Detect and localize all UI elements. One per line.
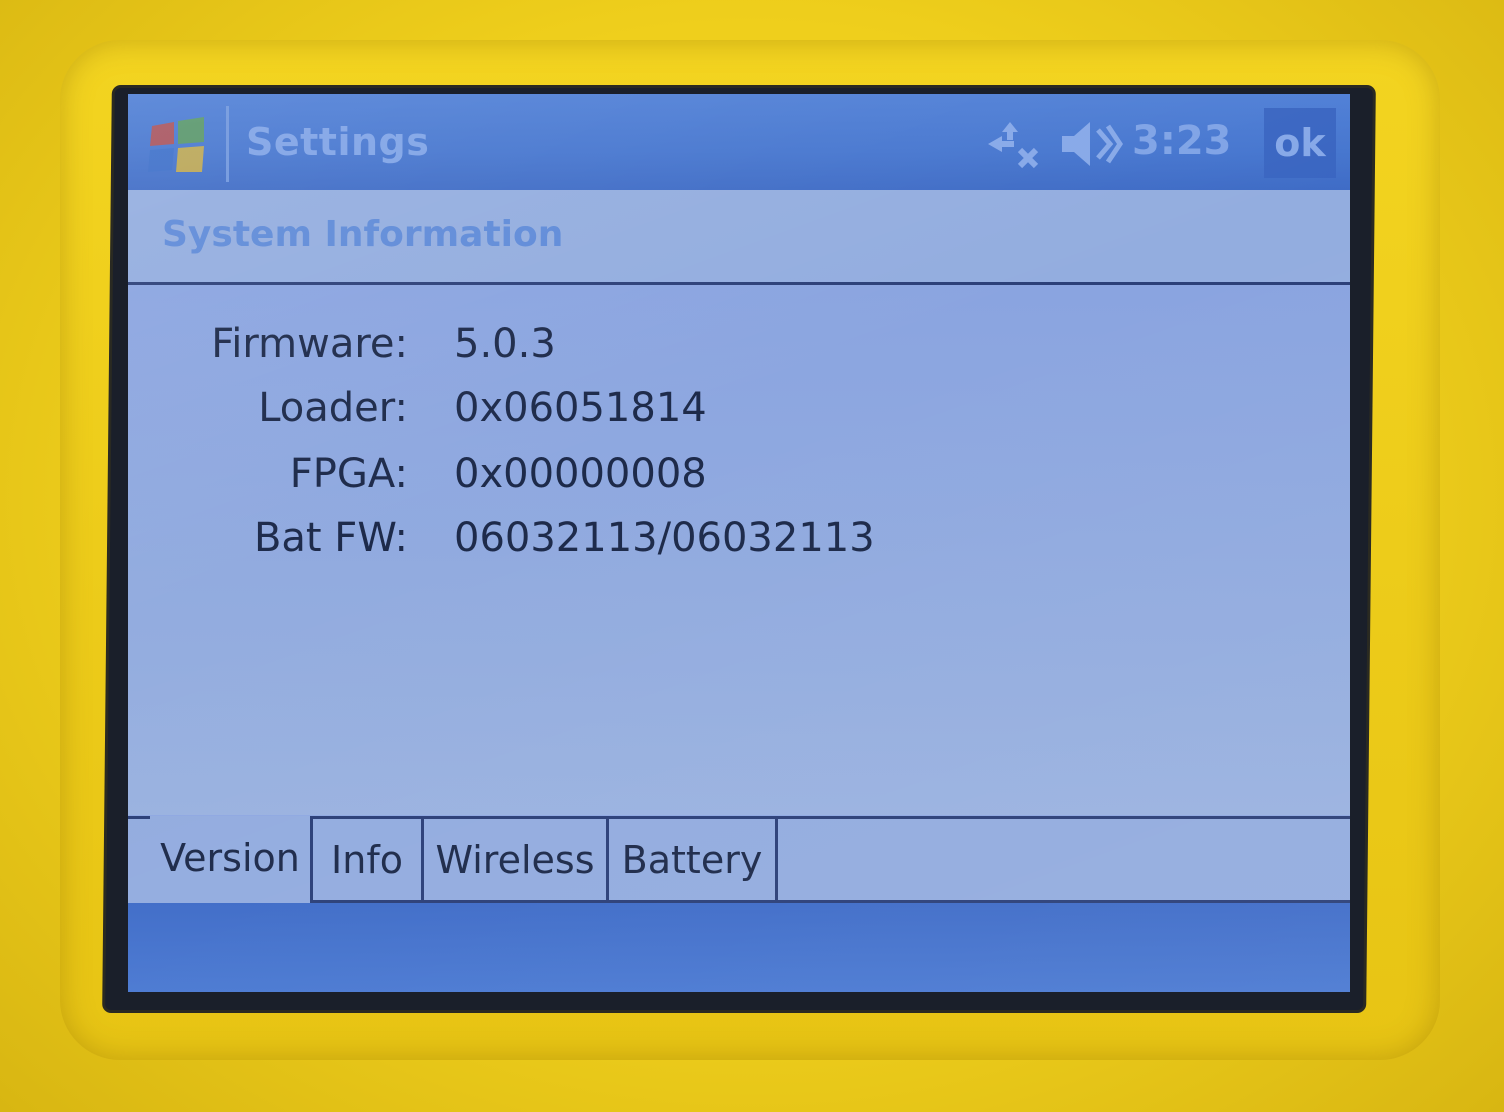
screen: Settings 3:23 ok System Information Firm… (128, 94, 1350, 992)
window-title: Settings (246, 120, 430, 164)
tab-wireless[interactable]: Wireless (421, 816, 609, 900)
info-value: 5.0.3 (454, 321, 556, 367)
tab-strip: Version Info Wireless Battery (128, 816, 1350, 903)
info-value: 0x06051814 (454, 385, 707, 431)
title-divider (226, 106, 229, 182)
title-bar: Settings 3:23 ok (128, 94, 1350, 190)
info-label: FPGA: (289, 451, 408, 497)
info-row-bat-fw: Bat FW: 06032113/06032113 (128, 505, 1350, 565)
windows-flag-icon[interactable] (146, 114, 210, 178)
info-label: Bat FW: (253, 515, 408, 561)
page-title: System Information (162, 214, 564, 255)
page-header: System Information (128, 190, 1350, 285)
info-row-firmware: Firmware: 5.0.3 (128, 311, 1350, 371)
device-housing: Settings 3:23 ok System Information Firm… (0, 0, 1504, 1112)
tab-battery[interactable]: Battery (606, 816, 778, 900)
info-label: Firmware: (211, 321, 408, 367)
tab-info[interactable]: Info (310, 816, 424, 900)
info-panel: Firmware: 5.0.3 Loader: 0x06051814 FPGA:… (128, 285, 1350, 815)
clock[interactable]: 3:23 (1132, 118, 1232, 164)
info-value: 0x00000008 (454, 451, 707, 497)
info-label: Loader: (258, 385, 408, 431)
info-row-loader: Loader: 0x06051814 (128, 375, 1350, 435)
menu-bar (128, 903, 1350, 992)
info-value: 06032113/06032113 (454, 515, 875, 561)
info-row-fpga: FPGA: 0x00000008 (128, 441, 1350, 501)
connectivity-icon[interactable] (980, 114, 1042, 174)
tab-version[interactable]: Version (150, 816, 310, 900)
ok-button[interactable]: ok (1264, 108, 1336, 178)
speaker-muted-icon[interactable] (1058, 116, 1124, 172)
